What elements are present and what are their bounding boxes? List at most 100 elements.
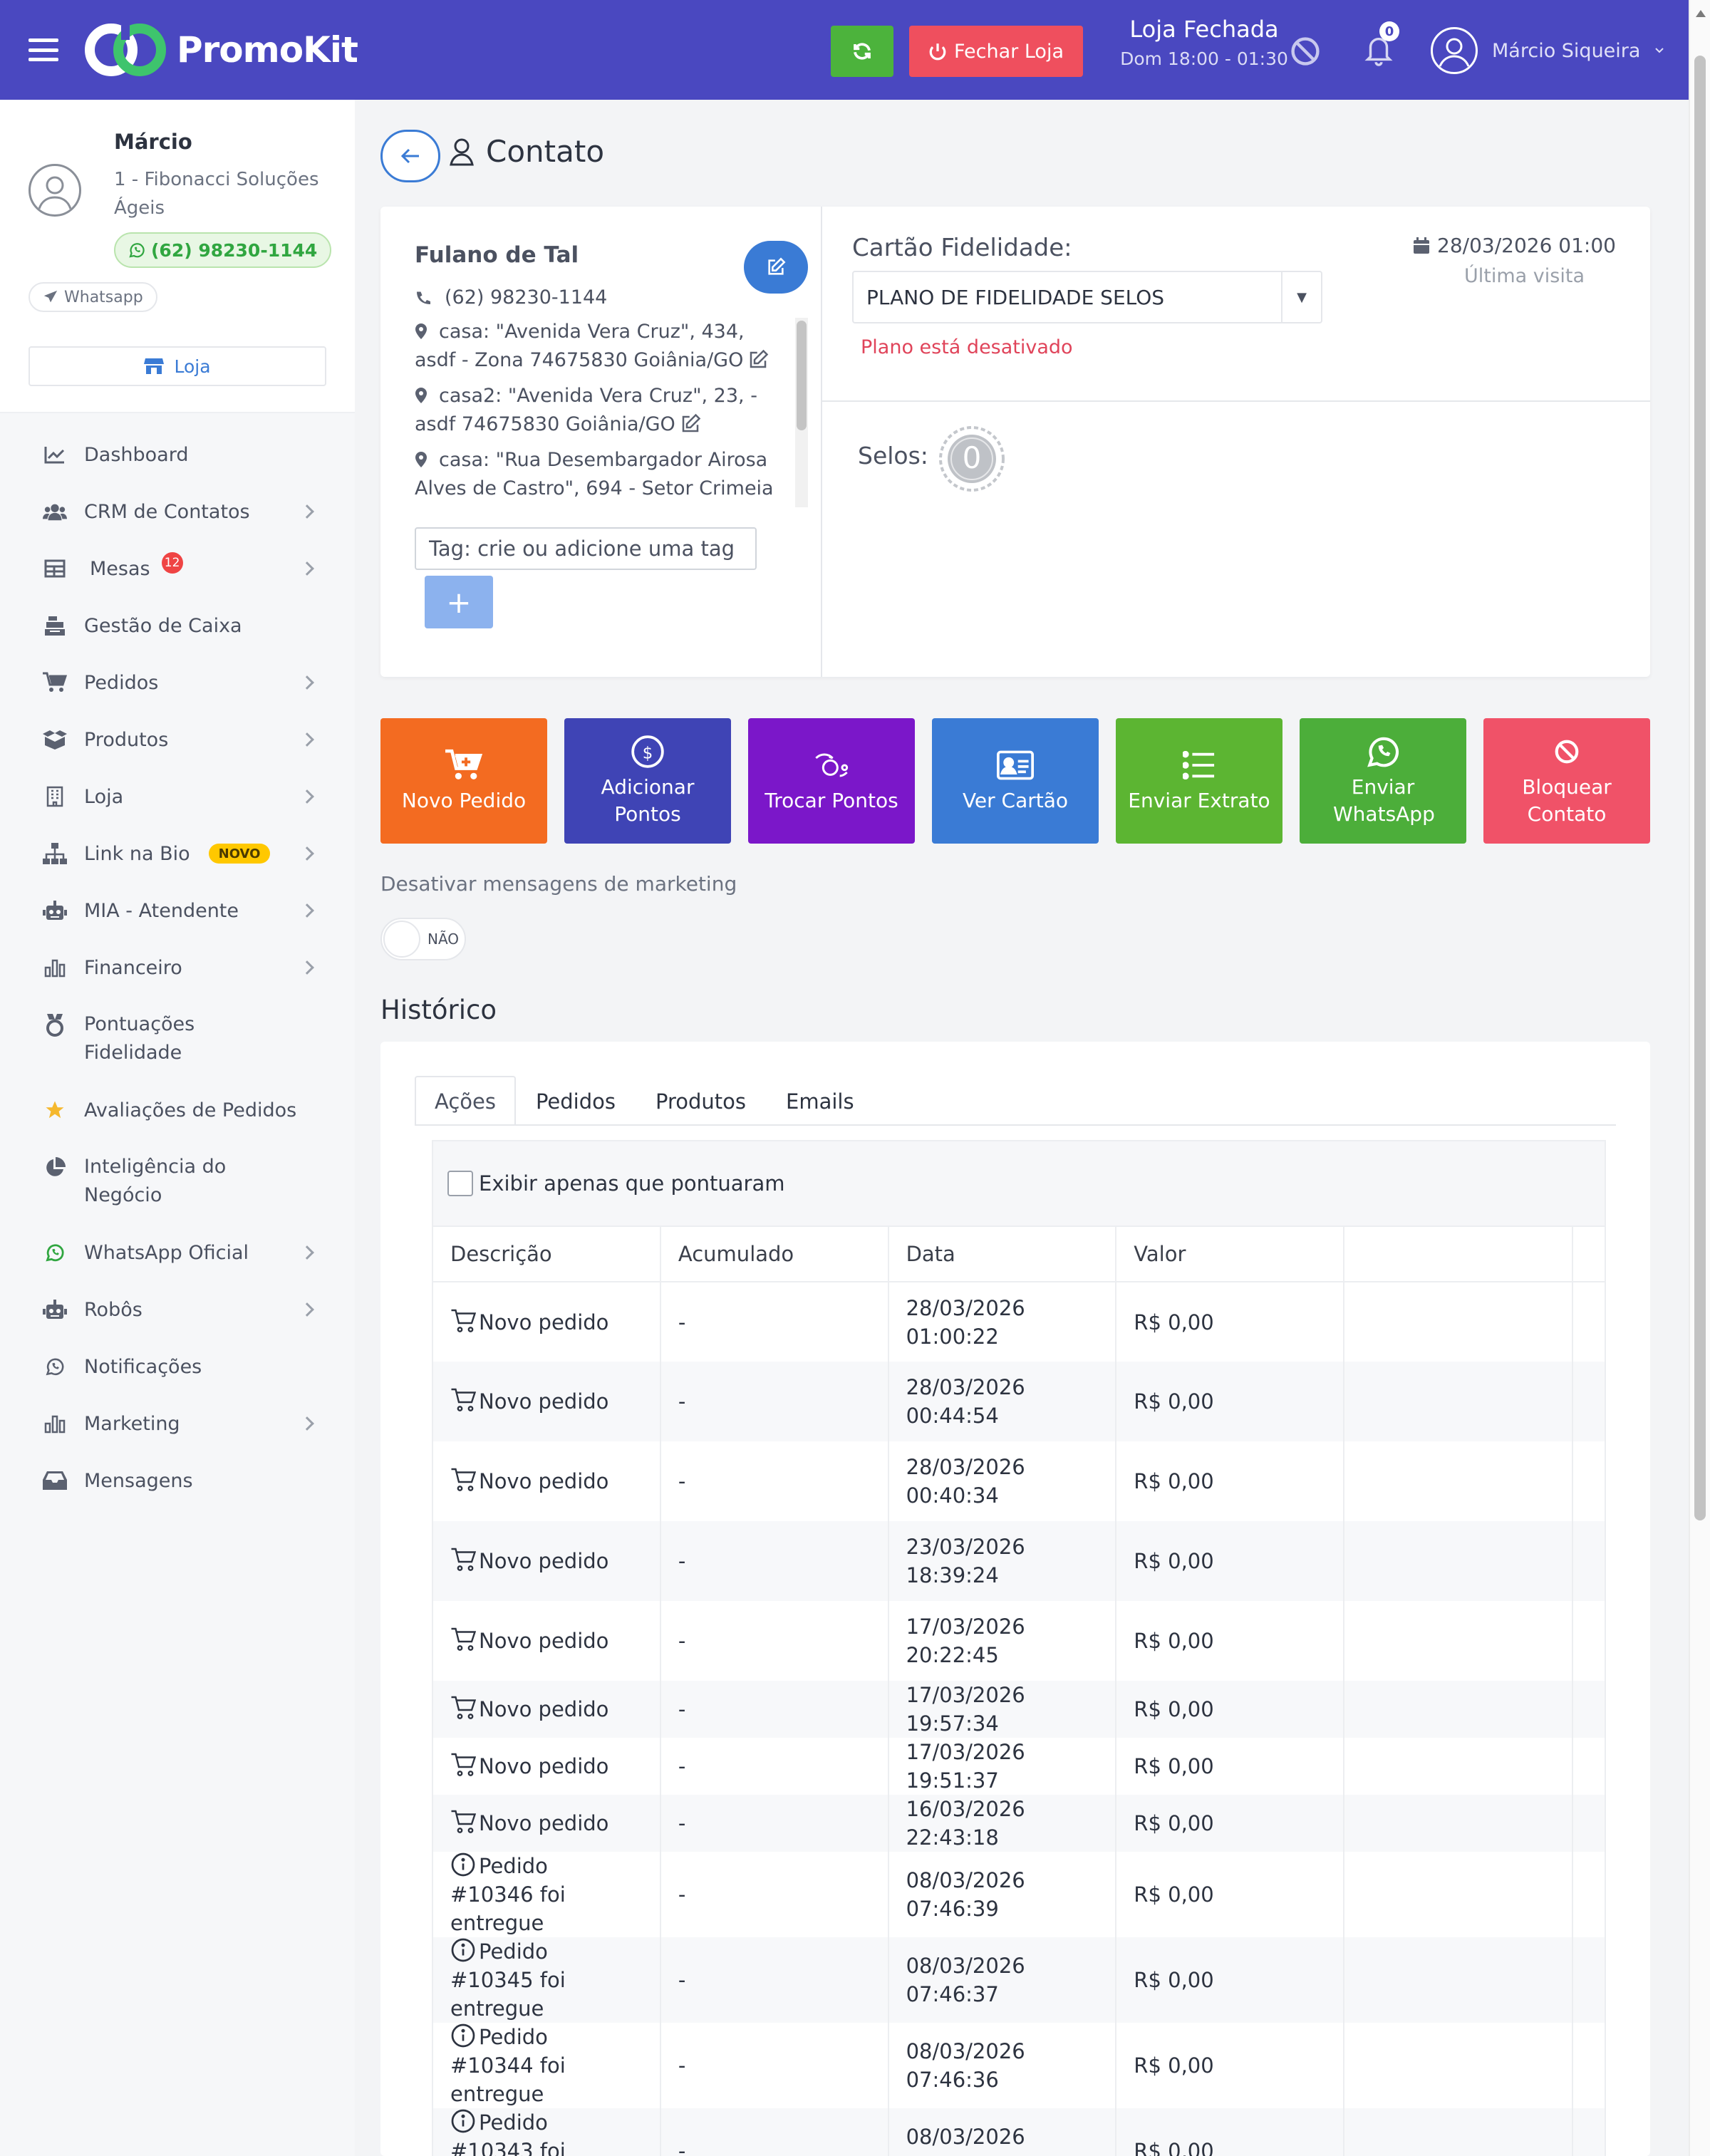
description-cell: Pedido #10346 foi entregue — [432, 1852, 661, 1937]
description-cell: Novo pedido — [432, 1601, 661, 1681]
send-whatsapp-button[interactable]: Enviar WhatsApp — [1300, 718, 1466, 844]
user-menu[interactable]: Márcio Siqueira — [1431, 27, 1664, 74]
info-icon — [450, 2108, 476, 2134]
history-tabs: Ações Pedidos Produtos Emails — [415, 1076, 874, 1126]
chevron-right-icon — [300, 732, 314, 747]
pie-chart-icon — [43, 1156, 67, 1180]
scroll-up-arrow-icon[interactable] — [1696, 10, 1706, 17]
promokit-logo[interactable]: PromoKit — [84, 21, 358, 78]
exchange-points-button[interactable]: Trocar Pontos — [748, 718, 915, 844]
sidebar-item-pedidos[interactable]: Pedidos — [0, 654, 355, 711]
value-cell: R$ 0,00 — [1115, 1681, 1344, 1738]
sidebar-item-pontuacoes[interactable]: Pontuações Fidelidade — [0, 996, 355, 1082]
page-scrollbar-thumb[interactable] — [1694, 56, 1706, 1520]
block-contact-button[interactable]: Bloquear Contato — [1483, 718, 1650, 844]
back-button[interactable] — [380, 130, 440, 182]
view-card-button[interactable]: Ver Cartão — [932, 718, 1099, 844]
marketing-toggle[interactable]: NÃO — [380, 918, 466, 960]
profile-phone-badge[interactable]: (62) 98230-1144 — [114, 232, 332, 268]
store-button[interactable]: Loja — [28, 346, 326, 386]
description-cell: Novo pedido — [432, 1795, 661, 1852]
date-cell: 28/03/2026 01:00:22 — [887, 1282, 1117, 1362]
sidebar-item-inteligencia[interactable]: Inteligência do Negócio — [0, 1139, 355, 1224]
row-date: 28/03/2026 00:44:54 — [906, 1375, 1025, 1428]
sidebar-item-label: Pontuações Fidelidade — [84, 1013, 195, 1064]
spacer-cell — [1572, 1852, 1606, 1937]
row-description: Novo pedido — [479, 1629, 609, 1653]
sidebar-item-mia[interactable]: MIA - Atendente — [0, 882, 355, 939]
sidebar-menu: Dashboard CRM de Contatos Mesas 12 Gestã… — [0, 413, 355, 2156]
inbox-icon — [43, 1468, 67, 1493]
edit-address-icon[interactable] — [747, 349, 769, 370]
description-cell: Novo pedido — [432, 1441, 661, 1521]
sidebar-item-loja[interactable]: Loja — [0, 768, 355, 825]
tab-produtos[interactable]: Produtos — [636, 1076, 766, 1126]
sidebar: Márcio 1 - Fibonacci Soluções Ágeis (62)… — [0, 100, 355, 2156]
ban-icon — [1548, 734, 1585, 769]
add-points-button[interactable]: $ Adicionar Pontos — [564, 718, 731, 844]
row-date: 08/03/2026 07:46:36 — [906, 2039, 1025, 2092]
notification-count-badge: 0 — [1379, 21, 1399, 41]
history-card: Ações Pedidos Produtos Emails Exibir ape… — [380, 1042, 1650, 2156]
edit-contact-button[interactable] — [744, 241, 808, 294]
whatsapp-icon — [43, 1354, 67, 1379]
tab-emails[interactable]: Emails — [766, 1076, 874, 1126]
send-statement-button[interactable]: Enviar Extrato — [1116, 718, 1282, 844]
address-scrollbar-thumb[interactable] — [797, 321, 807, 430]
new-order-label: Novo Pedido — [401, 789, 527, 812]
column-header[interactable]: Data — [887, 1225, 1117, 1282]
loyalty-panel: Cartão Fidelidade: PLANO DE FIDELIDADE S… — [822, 207, 1650, 677]
user-icon — [450, 138, 474, 165]
tag-input[interactable] — [415, 527, 757, 570]
edit-icon — [768, 257, 786, 275]
sidebar-item-robos[interactable]: Robôs — [0, 1281, 355, 1338]
table-row: Novo pedido -28/03/2026 00:44:54 R$ 0,00 — [432, 1362, 1606, 1441]
spacer-cell — [1572, 1937, 1606, 2023]
sidebar-item-mesas[interactable]: Mesas 12 — [0, 540, 355, 597]
whatsapp-link[interactable]: Whatsapp — [28, 282, 157, 312]
sidebar-item-whatsapp-oficial[interactable]: WhatsApp Oficial — [0, 1224, 355, 1281]
sidebar-item-avaliacoes[interactable]: Avaliações de Pedidos — [0, 1082, 355, 1139]
empty-cell — [1342, 1937, 1574, 2023]
stamps-label: Selos: — [858, 442, 928, 470]
mesas-count-badge: 12 — [161, 552, 183, 574]
empty-cell — [1342, 1282, 1574, 1362]
sidebar-item-link-bio[interactable]: Link na Bio NOVO — [0, 825, 355, 882]
empty-cell — [1342, 2108, 1574, 2156]
edit-address-icon[interactable] — [680, 413, 701, 435]
tab-acoes[interactable]: Ações — [415, 1076, 516, 1126]
add-tag-button[interactable]: + — [425, 576, 493, 628]
scored-only-checkbox[interactable] — [447, 1171, 473, 1196]
value-cell: R$ 0,00 — [1115, 1282, 1344, 1362]
column-header[interactable]: Descrição — [432, 1225, 661, 1282]
column-header[interactable]: Acumulado — [659, 1225, 889, 1282]
view-card-label: Ver Cartão — [962, 789, 1069, 812]
accumulated-cell: - — [659, 1441, 889, 1521]
map-pin-icon — [415, 452, 427, 467]
hamburger-menu-icon[interactable] — [28, 38, 58, 61]
sidebar-item-mensagens[interactable]: Mensagens — [0, 1452, 355, 1509]
tab-pedidos[interactable]: Pedidos — [516, 1076, 636, 1126]
date-cell: 23/03/2026 18:39:24 — [887, 1521, 1117, 1601]
close-store-button[interactable]: Fechar Loja — [909, 26, 1083, 77]
address-list: casa: "Avenida Vera Cruz", 434, asdf - Z… — [415, 318, 785, 503]
column-header[interactable]: Valor — [1115, 1225, 1344, 1282]
svg-text:$: $ — [643, 744, 653, 762]
sidebar-item-label: Marketing — [84, 1412, 180, 1435]
sidebar-item-dashboard[interactable]: Dashboard — [0, 426, 355, 483]
sidebar-item-produtos[interactable]: Produtos — [0, 711, 355, 768]
whatsapp-icon — [1364, 734, 1401, 769]
cart-icon — [43, 670, 67, 695]
description-cell: Pedido #10344 foi entregue — [432, 2023, 661, 2108]
refresh-button[interactable] — [831, 26, 893, 77]
new-order-button[interactable]: Novo Pedido — [380, 718, 547, 844]
row-description: Novo pedido — [479, 1389, 609, 1414]
sidebar-item-crm[interactable]: CRM de Contatos — [0, 483, 355, 540]
sidebar-item-financeiro[interactable]: Financeiro — [0, 939, 355, 996]
sidebar-item-notificacoes[interactable]: Notificações — [0, 1338, 355, 1395]
history-table-body: Novo pedido -28/03/2026 01:00:22 R$ 0,00 No… — [432, 1282, 1606, 2156]
sidebar-item-gestao-caixa[interactable]: Gestão de Caixa — [0, 597, 355, 654]
loyalty-plan-select[interactable]: PLANO DE FIDELIDADE SELOS ▼ — [852, 271, 1322, 323]
sidebar-item-marketing[interactable]: Marketing — [0, 1395, 355, 1452]
scored-only-label: Exibir apenas que pontuaram — [479, 1171, 785, 1196]
